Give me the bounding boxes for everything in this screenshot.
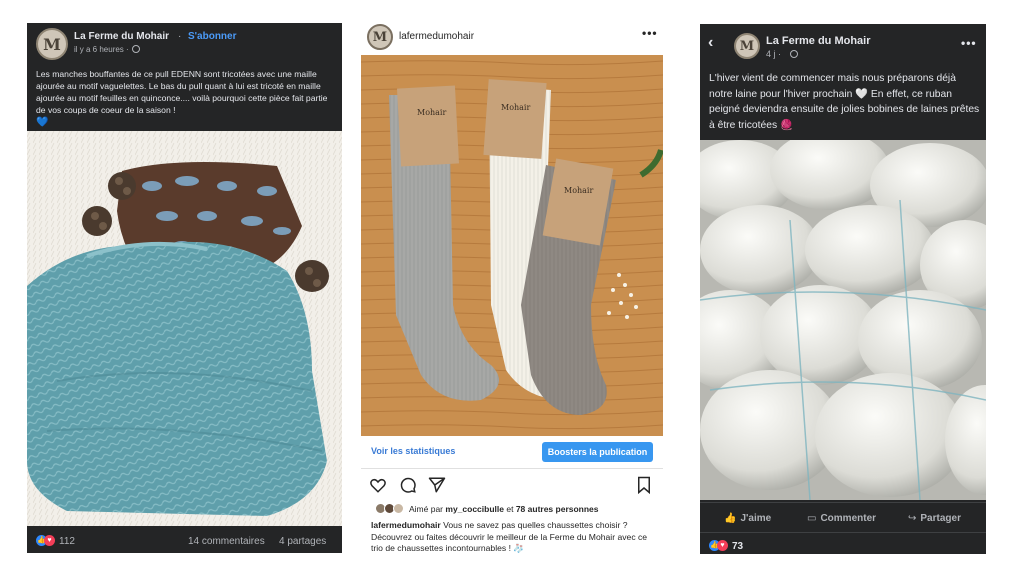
shares-count-link[interactable]: 4 partages: [279, 536, 326, 547]
socks-photo-illustration: Mohair Mohair Mohair: [361, 55, 663, 436]
comment-label: Commenter: [820, 513, 877, 524]
post-footer: 👍 ♥ 112 14 commentaires 4 partages: [27, 526, 342, 553]
divider: [361, 468, 663, 469]
facebook-post-sweater: M La Ferme du Mohair · S'abonner il y a …: [27, 23, 342, 553]
post-timestamp[interactable]: 4 j ·: [766, 49, 781, 59]
thumbs-up-icon: 👍: [724, 513, 737, 524]
liked-by-prefix: Aimé par: [409, 504, 444, 514]
subscribe-link[interactable]: S'abonner: [188, 31, 237, 42]
heart-icon[interactable]: [369, 476, 387, 494]
more-options-icon[interactable]: •••: [961, 36, 977, 50]
liker-avatar-3: [393, 503, 404, 514]
love-reaction-icon: ♥: [44, 535, 55, 546]
profile-avatar[interactable]: M: [367, 24, 393, 50]
reactions-count[interactable]: 112: [59, 536, 75, 547]
like-label: J'aime: [740, 513, 772, 524]
instagram-post-socks: M lafermedumohair ••• Mohair Mohair Moha…: [361, 22, 663, 556]
liked-by-others[interactable]: 78 autres personnes: [516, 504, 599, 514]
facebook-post-wool: ‹ M La Ferme du Mohair 4 j · ••• L'hiver…: [700, 24, 986, 554]
username-link[interactable]: lafermedumohair: [399, 31, 474, 42]
post-text: L'hiver vient de commencer mais nous pré…: [709, 73, 980, 131]
more-options-icon[interactable]: •••: [642, 26, 658, 40]
view-statistics-link[interactable]: Voir les statistiques: [371, 446, 455, 456]
avatar-letter: M: [372, 29, 388, 45]
page-name-link[interactable]: La Ferme du Mohair: [74, 31, 169, 42]
label-brand-2: Mohair: [501, 103, 530, 112]
page-avatar[interactable]: M: [734, 33, 760, 59]
post-text: Les manches bouffantes de ce pull EDENN …: [36, 68, 334, 129]
share-icon[interactable]: [428, 476, 446, 494]
wool-photo-illustration: [700, 140, 986, 500]
share-label: Partager: [920, 513, 961, 524]
back-arrow-icon[interactable]: ‹: [708, 34, 713, 52]
liked-by-text: Aimé par my_coccibulle et 78 autres pers…: [409, 504, 599, 514]
post-photo-sweater[interactable]: [27, 131, 342, 526]
liked-by-connector: et: [506, 504, 514, 514]
sweater-photo-illustration: [27, 131, 342, 526]
separator-dot: ·: [178, 31, 182, 42]
page-name-link[interactable]: La Ferme du Mohair: [766, 35, 871, 47]
comments-count-link[interactable]: 14 commentaires: [188, 536, 265, 547]
bookmark-icon[interactable]: [635, 476, 653, 494]
screenshot-collage: M La Ferme du Mohair · S'abonner il y a …: [0, 0, 1024, 576]
post-header: M La Ferme du Mohair · S'abonner il y a …: [27, 23, 342, 61]
comment-bubble-icon: ▭: [807, 513, 817, 524]
reactions-count[interactable]: 73: [732, 541, 743, 552]
blue-heart-emoji: 💙: [36, 117, 49, 128]
share-arrow-icon: ↪: [908, 513, 917, 524]
post-timestamp[interactable]: il y a 6 heures ·: [74, 45, 129, 54]
comment-button[interactable]: ▭ Commenter: [807, 513, 876, 524]
post-photo-wool[interactable]: [700, 140, 986, 500]
page-avatar[interactable]: M: [36, 28, 68, 60]
love-reaction-icon: ♥: [717, 540, 728, 551]
post-footer: 👍 ♥ 73: [700, 532, 986, 554]
post-photo-socks[interactable]: Mohair Mohair Mohair: [361, 55, 663, 436]
globe-icon: [132, 45, 140, 53]
label-brand-1: Mohair: [417, 108, 446, 117]
comment-icon[interactable]: [399, 476, 417, 494]
globe-icon: [790, 50, 798, 58]
post-caption: lafermedumohair Vous ne savez pas quelle…: [371, 520, 657, 555]
boost-post-button[interactable]: Boosters la publication: [542, 442, 653, 462]
label-brand-3: Mohair: [564, 186, 593, 195]
post-actions-bar: 👍 J'aime ▭ Commenter ↪ Partager: [700, 502, 986, 532]
like-button[interactable]: 👍 J'aime: [724, 513, 771, 524]
liked-by-user[interactable]: my_coccibulle: [445, 504, 504, 514]
avatar-letter: M: [739, 38, 755, 54]
share-button[interactable]: ↪ Partager: [908, 513, 961, 524]
post-body: Les manches bouffantes de ce pull EDENN …: [36, 69, 328, 115]
avatar-letter: M: [43, 34, 61, 54]
caption-username[interactable]: lafermedumohair: [371, 520, 441, 530]
